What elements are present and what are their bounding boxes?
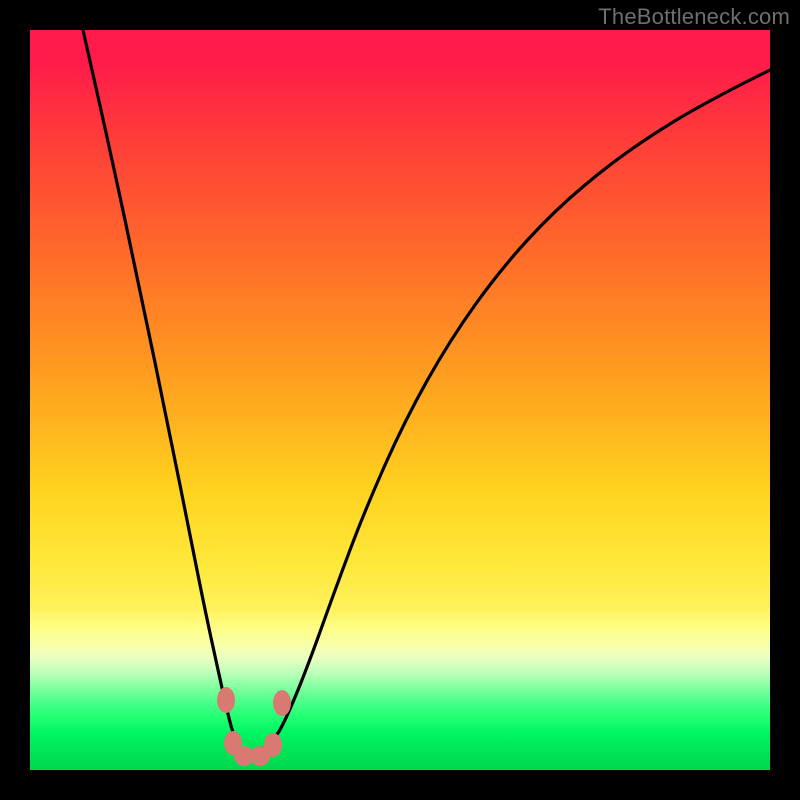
watermark-text: TheBottleneck.com xyxy=(598,4,790,30)
curve-marker xyxy=(273,690,291,716)
plot-area xyxy=(30,30,770,770)
curve-layer xyxy=(30,30,770,770)
curve-marker xyxy=(264,733,282,757)
outer-frame: TheBottleneck.com xyxy=(0,0,800,800)
bottleneck-curve xyxy=(83,30,770,755)
curve-markers xyxy=(217,687,291,766)
curve-marker xyxy=(217,687,235,713)
